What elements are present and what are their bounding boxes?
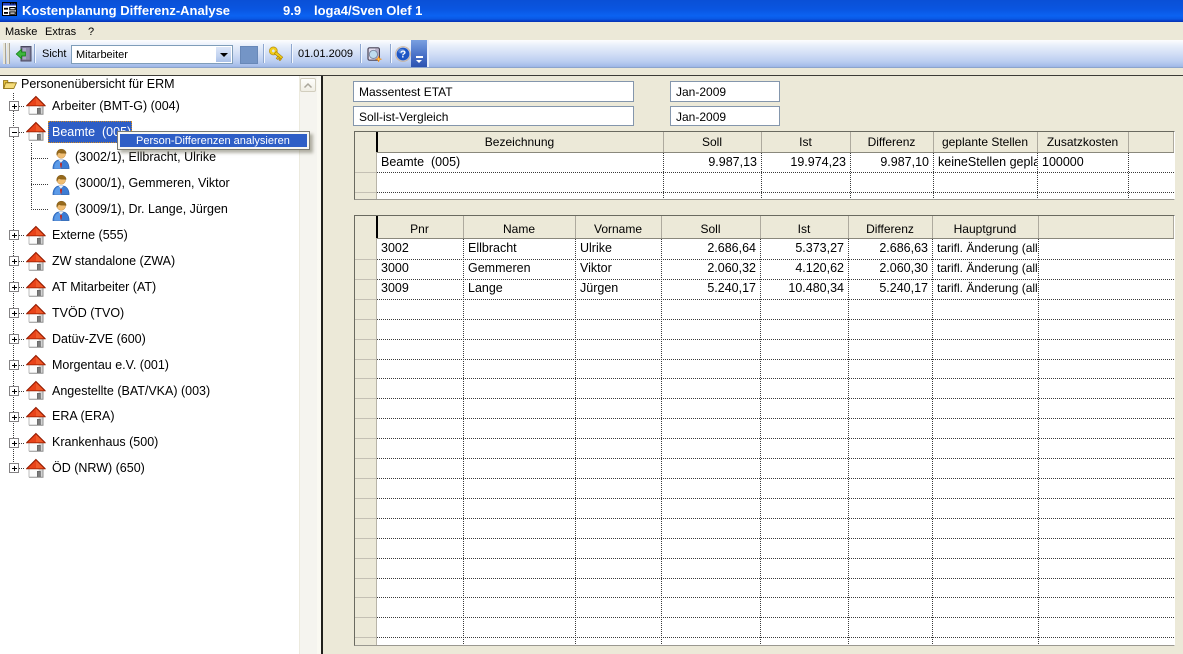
svg-text:?: ? [400,50,406,61]
